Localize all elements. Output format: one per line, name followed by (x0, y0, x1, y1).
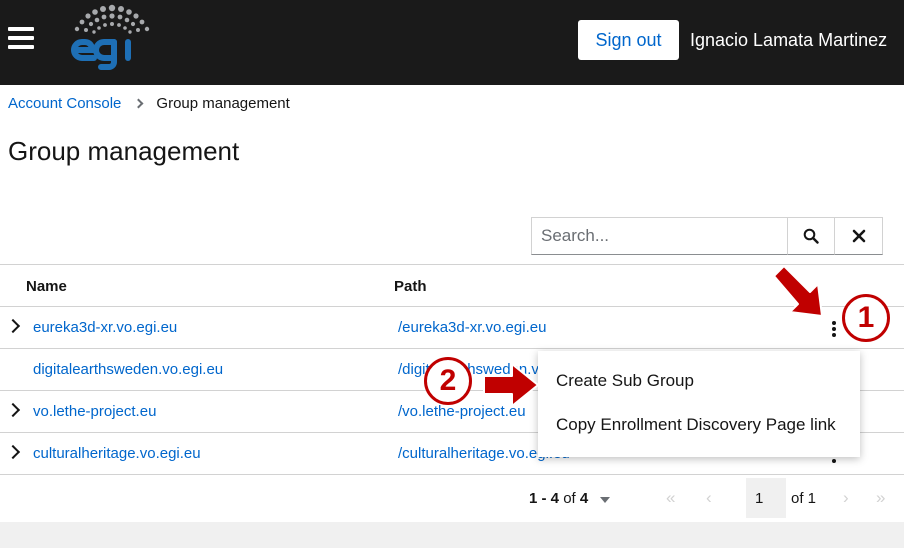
group-name-link[interactable]: digitalearthsweden.vo.egi.eu (33, 361, 223, 378)
per-page-toggle[interactable]: 1 - 4 of 4 (529, 490, 611, 507)
hamburger-menu-icon[interactable] (8, 27, 34, 49)
next-page-icon[interactable]: › (843, 488, 849, 508)
search-button[interactable] (787, 217, 835, 255)
column-header-name[interactable]: Name (26, 278, 67, 295)
page-number-input[interactable] (746, 478, 786, 518)
table-header: Name Path (0, 264, 904, 306)
egi-logo[interactable] (66, 2, 158, 70)
column-header-path[interactable]: Path (394, 278, 427, 295)
group-name-link[interactable]: eureka3d-xr.vo.egi.eu (33, 319, 177, 336)
group-name-link[interactable]: vo.lethe-project.eu (33, 403, 156, 420)
group-path-link[interactable]: /eureka3d-xr.vo.egi.eu (398, 319, 546, 336)
search-icon (803, 228, 819, 244)
table-row: eureka3d-xr.vo.egi.eu /eureka3d-xr.vo.eg… (0, 306, 904, 348)
kebab-menu-icon[interactable] (826, 319, 842, 341)
of-label: of (563, 490, 576, 507)
pagination: 1 - 4 of 4 « ‹ of 1 › » (0, 478, 904, 520)
expand-chevron-icon[interactable] (5, 318, 21, 334)
chevron-right-icon (133, 98, 144, 109)
group-path-link[interactable]: /vo.lethe-project.eu (398, 403, 526, 420)
item-range: 1 - 4 (529, 490, 560, 507)
user-name[interactable]: Ignacio Lamata Martinez (690, 30, 887, 51)
expand-chevron-icon[interactable] (5, 402, 21, 418)
sign-out-button[interactable]: Sign out (578, 20, 679, 60)
group-name-link[interactable]: culturalheritage.vo.egi.eu (33, 445, 201, 462)
search-input[interactable] (531, 217, 787, 255)
breadcrumb-current: Group management (156, 95, 290, 112)
table-bottom-border (0, 474, 904, 475)
caret-down-icon (600, 496, 611, 503)
top-bar: Sign out Ignacio Lamata Martinez (0, 0, 904, 85)
breadcrumb: Account Console Group management (8, 95, 290, 112)
item-total: 4 (579, 490, 589, 507)
page-title: Group management (8, 136, 240, 166)
footer-band (0, 522, 904, 548)
expand-chevron-icon[interactable] (5, 444, 21, 460)
first-page-icon[interactable]: « (666, 488, 675, 508)
close-icon (852, 229, 865, 243)
breadcrumb-account-console[interactable]: Account Console (8, 95, 121, 112)
copy-enrollment-link-menu-item[interactable]: Copy Enrollment Discovery Page link (538, 403, 860, 447)
previous-page-icon[interactable]: ‹ (706, 488, 712, 508)
last-page-icon[interactable]: » (876, 488, 885, 508)
row-actions-menu: Create Sub Group Copy Enrollment Discove… (538, 351, 860, 457)
total-pages: of 1 (791, 490, 817, 507)
create-sub-group-menu-item[interactable]: Create Sub Group (538, 359, 860, 403)
clear-search-button[interactable] (835, 217, 883, 255)
search-toolbar (531, 217, 883, 255)
